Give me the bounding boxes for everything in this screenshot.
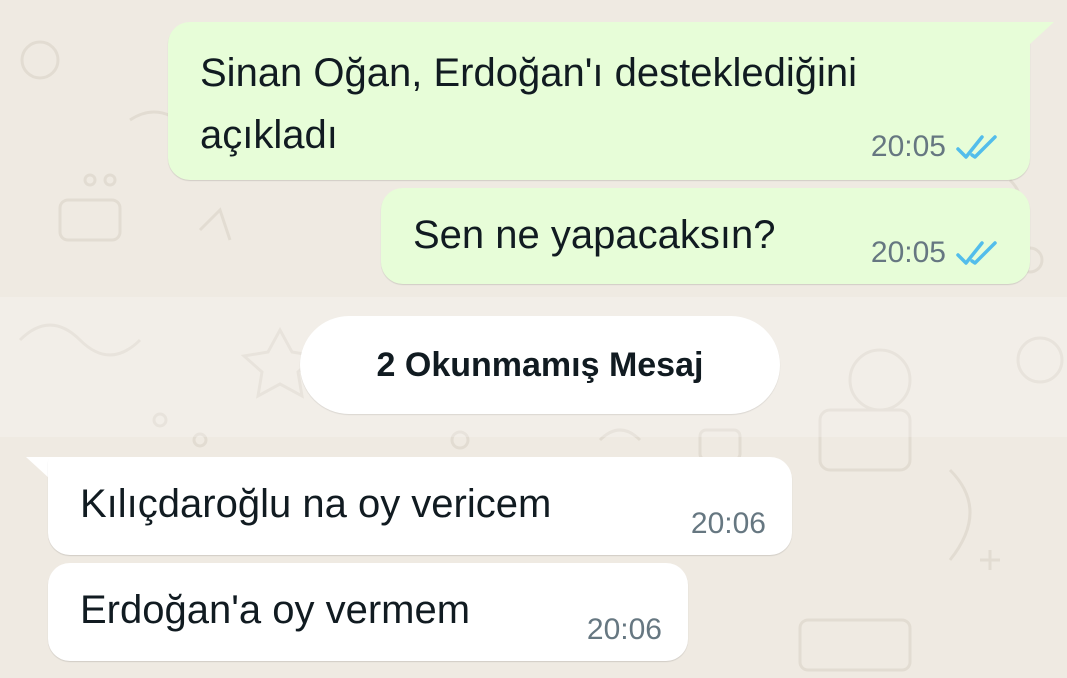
incoming-message-bubble[interactable]: Erdoğan'a oy vermem 20:06: [48, 563, 688, 661]
outgoing-message-bubble[interactable]: Sinan Oğan, Erdoğan'ı desteklediğini açı…: [168, 22, 1030, 180]
message-time: 20:06: [586, 613, 662, 646]
message-meta: 20:06: [691, 507, 766, 541]
message-text: Sen ne yapacaksın?: [413, 213, 776, 257]
message-meta: 20:05: [871, 130, 1002, 164]
message-time: 20:05: [870, 236, 946, 269]
message-text: Sinan Oğan, Erdoğan'ı desteklediğini: [200, 51, 857, 95]
unread-messages-divider: 2 Okunmamış Mesaj: [300, 316, 780, 414]
unread-count-label: 2 Okunmamış Mesaj: [376, 345, 704, 384]
message-time: 20:06: [690, 507, 766, 540]
message-text: Erdoğan'a oy vermem: [80, 588, 471, 632]
message-meta: 20:05: [871, 236, 1002, 270]
outgoing-message-bubble[interactable]: Sen ne yapacaksın? 20:05: [381, 188, 1030, 284]
bubble-tail: [1024, 22, 1054, 44]
message-meta: 20:06: [587, 613, 662, 647]
message-time: 20:05: [870, 130, 946, 163]
message-text: açıkladı: [200, 113, 338, 157]
double-check-icon: [956, 241, 997, 265]
incoming-message-bubble[interactable]: Kılıçdaroğlu na oy vericem 20:06: [48, 457, 792, 555]
message-text: Kılıçdaroğlu na oy vericem: [80, 482, 552, 526]
double-check-icon: [956, 135, 997, 159]
